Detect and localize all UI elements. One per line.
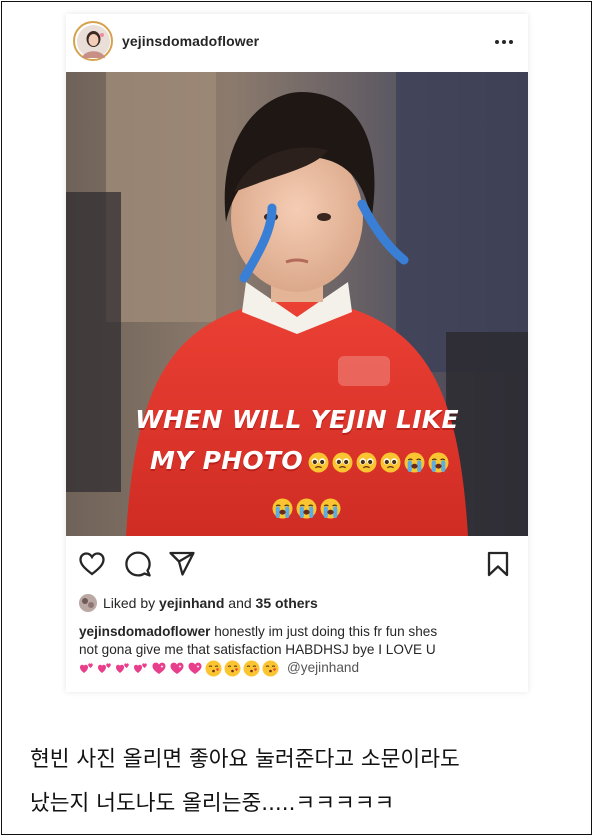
loudly-crying-face-icon [272,498,293,519]
avatar-image [76,24,110,58]
sparkling-heart-icon [188,662,202,674]
likes-line: Liked by yejinhand and 35 others [79,594,318,612]
loudly-crying-face-icon [428,452,449,473]
loudly-crying-face-icon [296,498,317,519]
post-photo[interactable]: WHEN WILL YEJIN LIKE MY PHOTO [66,72,528,536]
sparkling-heart-icon [170,662,184,674]
profile-avatar[interactable] [73,21,113,61]
revolving-hearts-icon [98,663,111,673]
photo-caption-line-1: WHEN WILL YEJIN LIKE [135,405,459,434]
pleading-face-icon [356,452,377,473]
sparkling-heart-icon [152,662,166,674]
caption-mention[interactable]: @yejinhand [287,659,359,677]
likes-others[interactable]: 35 others [256,595,318,611]
face-blowing-kiss-icon [262,660,279,676]
likes-prefix: Liked by [103,595,156,611]
more-horizontal-icon[interactable] [493,37,515,47]
pleading-face-icon [332,452,353,473]
pleading-emoji-row [308,452,449,473]
photo-caption-line-2-row: MY PHOTO [150,446,303,475]
share-icon[interactable] [168,550,196,578]
face-blowing-kiss-icon [224,660,241,676]
revolving-hearts-icon [116,663,129,673]
caption-author[interactable]: yejinsdomadoflower [79,624,210,639]
likes-joiner: and [228,595,252,611]
instagram-post: yejinsdomadoflower WHEN WILL YEJIN LIKE … [66,14,528,692]
bookmark-icon[interactable] [484,550,512,578]
caption-text-line-2: not gona give me that satisfaction HABDH… [79,642,436,657]
liker-avatar[interactable] [79,594,97,612]
revolving-hearts-icon [80,663,93,673]
pleading-face-icon [380,452,401,473]
post-header: yejinsdomadoflower [66,14,528,72]
crying-emoji-row [272,498,341,519]
post-actions-bar [66,544,528,584]
liker-username[interactable]: yejinhand [159,595,224,611]
korean-comment-line-2: 났는지 너도나도 올리는중.....ㅋㅋㅋㅋㅋ [30,791,395,816]
loudly-crying-face-icon [320,498,341,519]
pleading-face-icon [308,452,329,473]
post-username[interactable]: yejinsdomadoflower [122,33,259,49]
comment-icon[interactable] [124,550,152,578]
face-blowing-kiss-icon [205,660,222,676]
revolving-hearts-icon [134,663,147,673]
heart-icon[interactable] [78,550,106,578]
caption-emoji-line: @yejinhand [79,659,524,677]
face-blowing-kiss-icon [243,660,260,676]
loudly-crying-face-icon [404,452,425,473]
post-caption: yejinsdomadoflower honestly im just doin… [79,623,524,677]
korean-comment-line-1: 현빈 사진 올리면 좋아요 눌러준다고 소문이라도 [30,747,460,772]
caption-text-line-1: honestly im just doing this fr fun shes [214,624,438,639]
photo-caption-line-2: MY PHOTO [150,446,303,475]
korean-comment: 현빈 사진 올리면 좋아요 눌러준다고 소문이라도 났는지 너도나도 올리는중.… [30,738,570,826]
